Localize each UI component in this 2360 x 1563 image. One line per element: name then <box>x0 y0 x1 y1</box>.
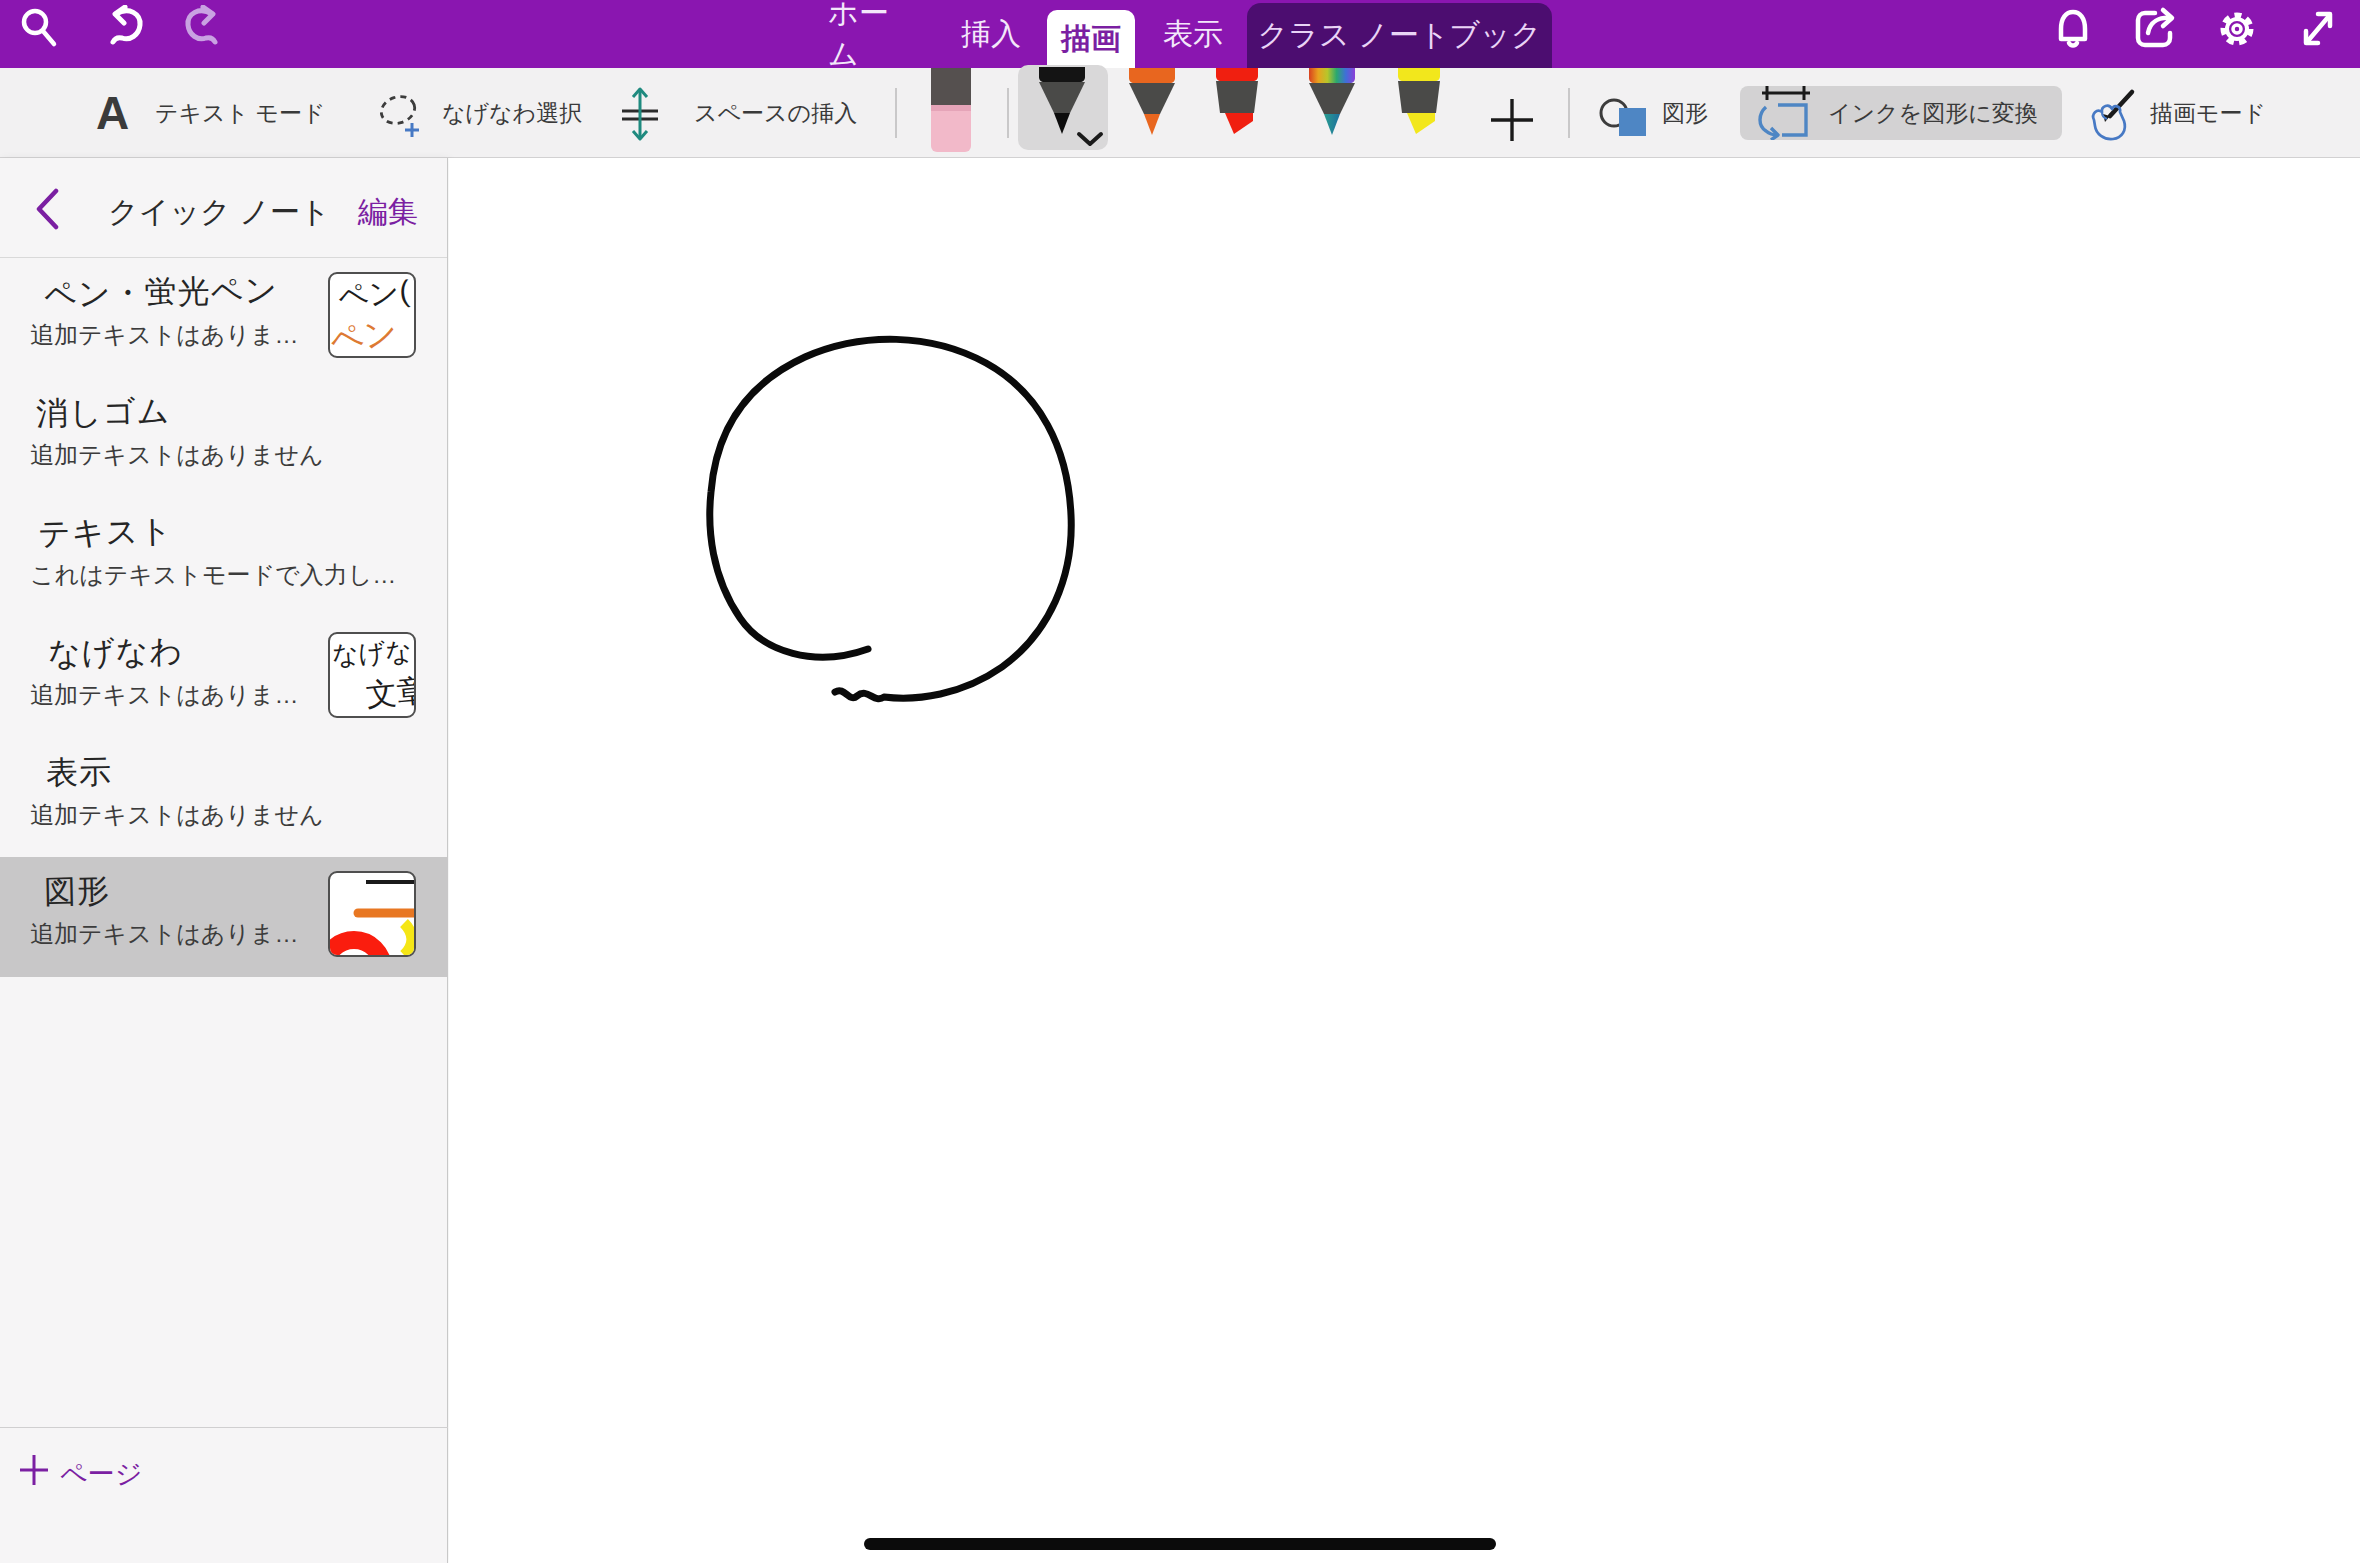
chevron-down-icon <box>1076 131 1104 147</box>
thumb-ink-text: ペン <box>328 310 400 358</box>
thumb-shapes-drawing <box>330 873 414 955</box>
toolbar-separator <box>1568 88 1570 138</box>
page-subtitle: これはテキストモードで入力し… <box>30 559 396 591</box>
text-mode-icon: A <box>96 68 129 158</box>
lasso-select-button[interactable]: なげなわ選択 <box>442 68 582 158</box>
shapes-icon <box>1598 98 1650 140</box>
ink-to-shape-icon <box>1754 86 1820 140</box>
page-thumbnail <box>328 871 416 957</box>
thumb-ink-text: ペン( <box>336 272 411 318</box>
page-title-ink: 図形 <box>44 869 111 914</box>
page-subtitle: 追加テキストはありま… <box>30 319 299 351</box>
page-subtitle: 追加テキストはありません <box>30 799 324 831</box>
tab-insert[interactable]: 挿入 <box>958 0 1024 68</box>
notifications-bell-icon[interactable] <box>2051 5 2095 53</box>
page-item[interactable]: 消しゴム 追加テキストはありません <box>0 378 448 498</box>
title-bar: ホーム 挿入 描画 表示 クラス ノートブック <box>0 0 2360 68</box>
draw-mode-button[interactable]: 描画モード <box>2150 68 2266 158</box>
add-page-row[interactable]: ページ <box>0 1427 448 1563</box>
add-pen-icon[interactable] <box>1489 97 1535 143</box>
add-page-label: ページ <box>60 1456 142 1492</box>
page-title-ink: ペン・蛍光ペン <box>44 269 279 318</box>
onenote-app: ホーム 挿入 描画 表示 クラス ノートブック A テキスト モード <box>0 0 2360 1563</box>
page-thumbnail: なげな 文章 <box>328 632 416 718</box>
drawing-canvas[interactable] <box>449 158 2360 1563</box>
section-title: クイック ノート <box>108 192 331 233</box>
thumb-ink-text: 文章 <box>364 669 416 716</box>
insert-space-icon <box>618 86 662 142</box>
text-mode-button[interactable]: テキスト モード <box>155 68 326 158</box>
page-thumbnail: ペン( ペン <box>328 272 416 358</box>
sidebar-header: クイック ノート 編集 <box>0 158 447 258</box>
page-list-sidebar: クイック ノート 編集 ペン・蛍光ペン 追加テキストはありま… ペン( ペン 消… <box>0 158 448 1563</box>
pen-tool-orange[interactable] <box>1126 68 1178 136</box>
home-indicator[interactable] <box>864 1538 1496 1550</box>
page-title-ink: 消しゴム <box>36 390 171 437</box>
settings-gear-icon[interactable] <box>2215 5 2259 53</box>
fullscreen-expand-icon[interactable] <box>2296 5 2340 53</box>
page-subtitle: 追加テキストはありま… <box>30 918 299 950</box>
pen-tool-galaxy[interactable] <box>1306 68 1358 136</box>
black-pen-icon <box>1036 67 1088 135</box>
share-icon[interactable] <box>2133 5 2177 53</box>
page-item[interactable]: 表示 追加テキストはありません <box>0 738 448 858</box>
plus-icon <box>20 1453 48 1487</box>
page-item[interactable]: テキスト これはテキストモードで入力し… <box>0 498 448 618</box>
ink-stroke-circle <box>449 158 2360 1563</box>
page-title-ink: 表示 <box>46 750 113 795</box>
back-chevron-icon[interactable] <box>32 188 62 230</box>
page-subtitle: 追加テキストはありません <box>30 439 324 471</box>
draw-toolbar: A テキスト モード なげなわ選択 スペースの挿入 <box>0 68 2360 158</box>
ink-to-shape-label: インクを図形に変換 <box>1828 86 2038 140</box>
toolbar-separator <box>895 88 897 138</box>
pen-tool-black-selected[interactable] <box>1018 65 1108 150</box>
page-item[interactable]: なげなわ 追加テキストはありま… なげな 文章 <box>0 618 448 738</box>
draw-mode-icon <box>2086 88 2140 144</box>
tab-draw[interactable]: 描画 <box>1047 10 1135 68</box>
tab-home[interactable]: ホーム <box>828 0 918 68</box>
highlighter-tool-yellow[interactable] <box>1395 68 1443 136</box>
page-title-ink: テキスト <box>38 510 174 557</box>
page-subtitle: 追加テキストはありま… <box>30 679 299 711</box>
toolbar-separator <box>1007 88 1009 138</box>
thumb-ink-text: なげな <box>331 634 413 673</box>
eraser-tool[interactable] <box>931 68 971 154</box>
highlighter-tool-red[interactable] <box>1213 68 1261 136</box>
page-title-ink: なげなわ <box>48 630 184 677</box>
edit-button[interactable]: 編集 <box>358 192 418 233</box>
page-item-selected[interactable]: 図形 追加テキストはありま… <box>0 857 448 977</box>
ink-to-shape-button[interactable]: インクを図形に変換 <box>1740 86 2062 140</box>
shapes-button[interactable]: 図形 <box>1662 68 1708 158</box>
lasso-select-icon <box>374 90 426 142</box>
tab-view[interactable]: 表示 <box>1160 0 1226 68</box>
tab-class-notebook[interactable]: クラス ノートブック <box>1247 3 1552 68</box>
insert-space-button[interactable]: スペースの挿入 <box>694 68 857 158</box>
ribbon-tabs: ホーム 挿入 描画 表示 クラス ノートブック <box>0 0 2360 68</box>
page-item[interactable]: ペン・蛍光ペン 追加テキストはありま… ペン( ペン <box>0 258 448 378</box>
